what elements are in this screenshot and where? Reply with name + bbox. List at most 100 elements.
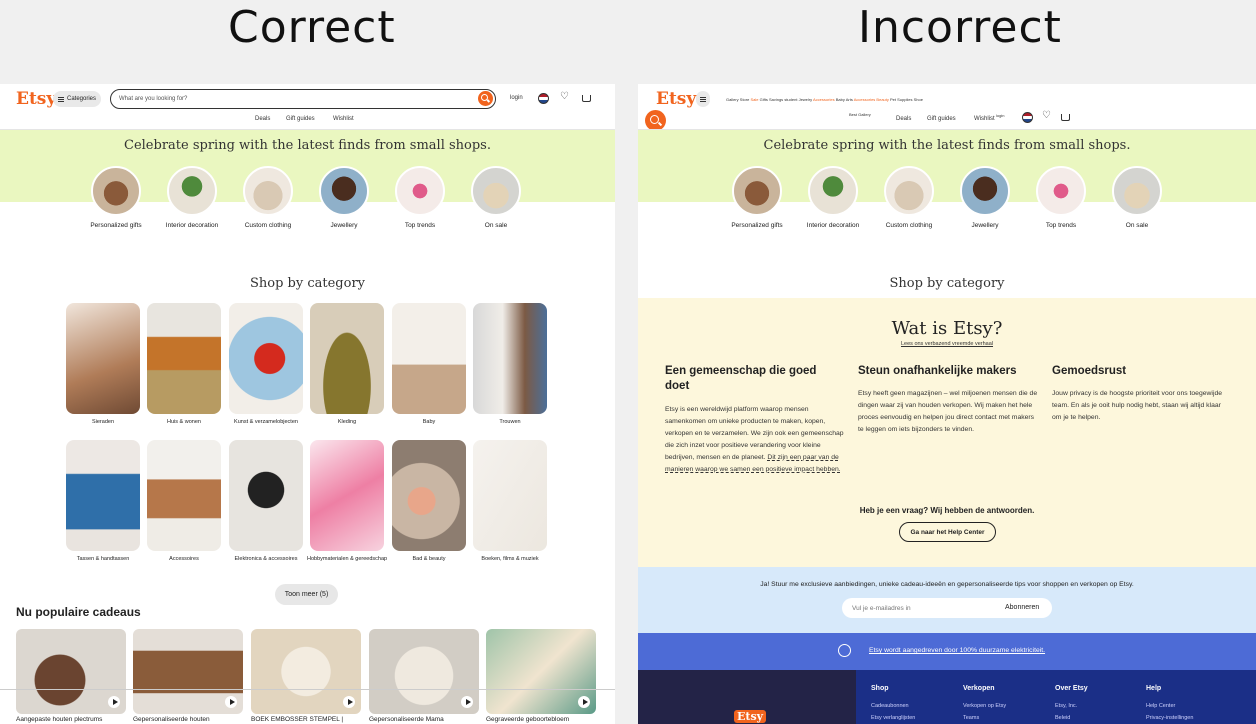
messy-nav-item[interactable]: Gifts Savings: [760, 97, 784, 102]
play-icon[interactable]: [578, 696, 590, 708]
subscribe-button[interactable]: Abonneren: [1005, 604, 1039, 611]
messy-nav-item[interactable]: Baby: [836, 97, 845, 102]
category-tile-boeken[interactable]: [473, 440, 547, 551]
category-tile-tassen[interactable]: [66, 440, 140, 551]
subnav-wishlist[interactable]: Wishlist: [974, 116, 995, 122]
messy-nav-item[interactable]: Beauty: [876, 97, 888, 102]
heart-icon[interactable]: ♡: [1042, 111, 1051, 121]
popular-card[interactable]: [251, 629, 361, 714]
etsy-logo[interactable]: Etsy: [16, 89, 56, 109]
footer-link[interactable]: Etsy, Inc.: [1055, 703, 1077, 709]
messy-nav-item[interactable]: Shoe: [914, 97, 923, 102]
footer-link[interactable]: Teams: [963, 715, 979, 721]
on-sale-image[interactable]: [1112, 166, 1162, 216]
subnav-deals[interactable]: Deals: [255, 116, 270, 122]
jewellery-image[interactable]: [319, 166, 369, 216]
flag-icon[interactable]: [1022, 112, 1033, 123]
popular-label[interactable]: Aangepaste houten plectrums: [16, 716, 126, 723]
category-tile-trouwen[interactable]: [473, 303, 547, 414]
help-center-button[interactable]: Ga naar het Help Center: [899, 522, 996, 542]
popular-card[interactable]: [133, 629, 243, 714]
incorrect-heading: Incorrect: [858, 2, 1062, 53]
popular-label[interactable]: Gepersonaliseerde houten: [133, 716, 243, 723]
interior-decoration-image[interactable]: [167, 166, 217, 216]
footer-link[interactable]: Privacy-instellingen: [1146, 715, 1193, 721]
footer-link[interactable]: Beleid: [1055, 715, 1070, 721]
play-icon[interactable]: [461, 696, 473, 708]
messy-nav-item[interactable]: Jewelry: [799, 97, 813, 102]
column-body: Etsy is een wereldwijd platform waarop m…: [665, 404, 845, 476]
popular-card[interactable]: [486, 629, 596, 714]
popular-label[interactable]: Gegraveerde geboortebloem: [486, 716, 596, 723]
category-tile-bad[interactable]: [392, 440, 466, 551]
personalized-gifts-image[interactable]: [91, 166, 141, 216]
login-link[interactable]: login: [996, 113, 1004, 118]
footer-heading: Shop: [871, 685, 889, 692]
categories-button[interactable]: Categories: [53, 91, 102, 107]
footer-link[interactable]: Cadeaubonnen: [871, 703, 909, 709]
interior-decoration-image[interactable]: [808, 166, 858, 216]
renewable-link[interactable]: Etsy wordt aangedreven door 100% duurzam…: [638, 647, 1256, 654]
custom-clothing-image[interactable]: [243, 166, 293, 216]
footer-link[interactable]: Verkopen op Etsy: [963, 703, 1006, 709]
subnav-deals[interactable]: Deals: [896, 116, 911, 122]
popular-card[interactable]: [16, 629, 126, 714]
banner-title: Celebrate spring with the latest finds f…: [763, 138, 1131, 153]
messy-nav-item[interactable]: Accessories: [813, 97, 835, 102]
search-icon[interactable]: [645, 110, 666, 131]
category-tile-huis[interactable]: [147, 303, 221, 414]
what-is-etsy-link[interactable]: Lees ons verbazend vreemde verhaal: [638, 341, 1256, 347]
messy-nav-item[interactable]: student: [784, 97, 797, 102]
email-placeholder: Vul je e-mailadres in: [852, 604, 911, 612]
category-label: Accessoires: [169, 556, 199, 562]
popular-label[interactable]: Gepersonaliseerde Mama: [369, 716, 479, 723]
custom-clothing-image[interactable]: [884, 166, 934, 216]
category-label: Baby: [422, 419, 436, 425]
popular-label[interactable]: BOEK EMBOSSER STEMPEL |: [251, 716, 361, 723]
etsy-logo[interactable]: Etsy: [656, 89, 696, 109]
play-icon[interactable]: [343, 696, 355, 708]
footer-link[interactable]: Etsy verlanglijsten: [871, 715, 915, 721]
top-trends-image[interactable]: [395, 166, 445, 216]
messy-nav-item[interactable]: Sale: [750, 97, 758, 102]
footer-logo[interactable]: Etsy: [734, 710, 767, 723]
subnav-wishlist[interactable]: Wishlist: [333, 116, 354, 122]
footer-link[interactable]: Help Center: [1146, 703, 1175, 709]
play-icon[interactable]: [225, 696, 237, 708]
subnav-gift-guides[interactable]: Gift guides: [286, 116, 315, 122]
messy-nav-item[interactable]: Arts: [846, 97, 853, 102]
menu-icon: [700, 96, 706, 102]
messy-nav-item[interactable]: Pet: [890, 97, 896, 102]
circle-label: Jewellery: [330, 222, 358, 229]
cart-icon[interactable]: [1061, 114, 1070, 121]
categories-button[interactable]: [696, 91, 710, 107]
what-is-etsy-title: Wat is Etsy?: [891, 318, 1003, 339]
messy-nav-item[interactable]: Gallery Store: [726, 97, 749, 102]
popular-card[interactable]: [369, 629, 479, 714]
category-tile-accessoires[interactable]: [147, 440, 221, 551]
cart-icon[interactable]: [582, 95, 591, 102]
on-sale-image[interactable]: [471, 166, 521, 216]
flag-icon[interactable]: [538, 93, 549, 104]
search-icon[interactable]: [478, 91, 493, 106]
top-trends-image[interactable]: [1036, 166, 1086, 216]
show-more-button[interactable]: Toon meer (5): [275, 584, 338, 605]
circle-label: On sale: [1125, 222, 1149, 229]
messy-nav-item[interactable]: Supplies: [897, 97, 912, 102]
play-icon[interactable]: [108, 696, 120, 708]
bottom-divider: [0, 689, 615, 690]
category-tile-hobby[interactable]: [310, 440, 384, 551]
category-tile-kleding[interactable]: [310, 303, 384, 414]
jewellery-image[interactable]: [960, 166, 1010, 216]
subnav-gift-guides[interactable]: Gift guides: [927, 116, 956, 122]
correct-heading: Correct: [228, 2, 396, 53]
messy-nav-item[interactable]: Accessories: [854, 97, 876, 102]
category-tile-sieraden[interactable]: [66, 303, 140, 414]
category-tile-elektronica[interactable]: [229, 440, 303, 551]
category-tile-kunst[interactable]: [229, 303, 303, 414]
heart-icon[interactable]: ♡: [560, 92, 569, 102]
login-link[interactable]: login: [510, 95, 523, 101]
category-tile-baby[interactable]: [392, 303, 466, 414]
personalized-gifts-image[interactable]: [732, 166, 782, 216]
search-input[interactable]: What are you looking for?: [110, 89, 496, 109]
